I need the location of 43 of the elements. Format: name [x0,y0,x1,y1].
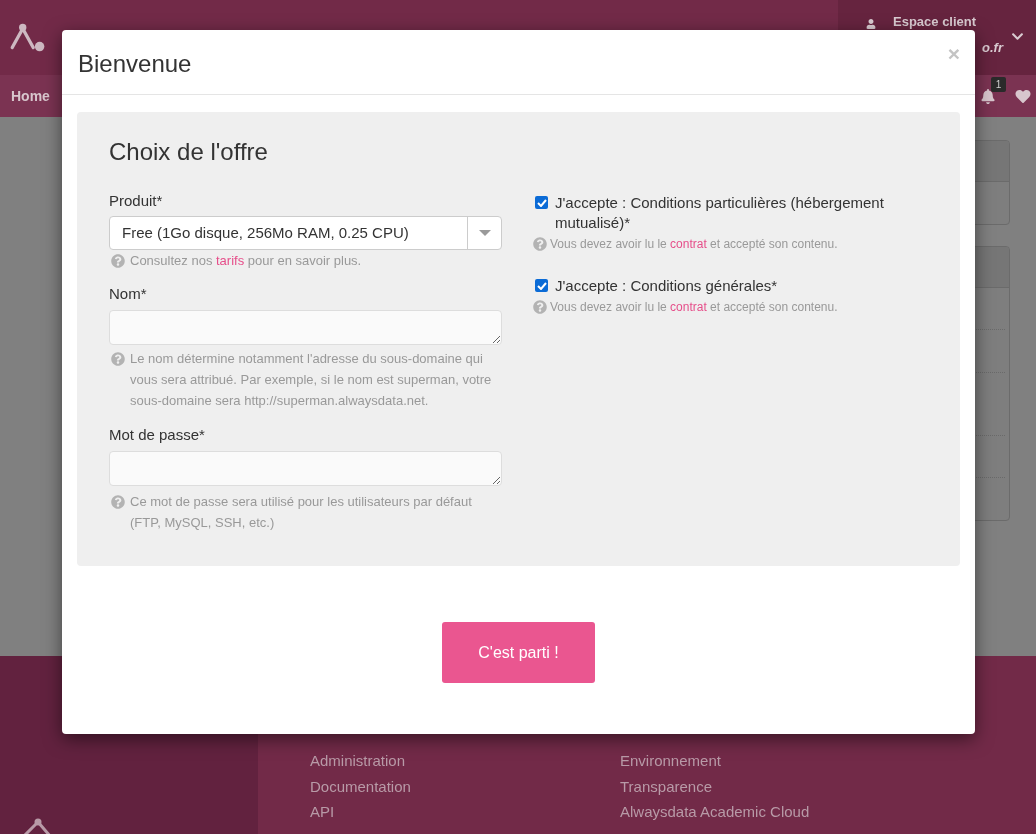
section-title: Choix de l'offre [109,137,269,167]
footer-link[interactable]: Documentation [310,773,411,799]
checkbox-label: J'accepte : Conditions générales* [555,276,778,296]
field-label: Nom* [109,284,148,304]
account-email: o.fr [982,40,1003,55]
home-link[interactable]: Home [11,85,50,107]
chevron-icon[interactable] [1011,30,1024,43]
help-link[interactable]: contrat [670,237,707,251]
footer-link[interactable]: Transparence [620,773,712,799]
help-text: Le nom détermine notamment l'adresse du sous-domaine qui vous sera attribué. Par exemple, si le nom est superman, votre sous-domaine sera http://superman.alwaysdata.net. [130,350,493,410]
check-icon [536,198,547,207]
check-icon [536,281,547,290]
help-icon [533,237,547,251]
help-icon [533,300,547,314]
help-text: Vous devez avoir lu le contrat et accepté son contenu. [550,299,838,316]
checkbox[interactable] [535,279,548,292]
checkbox[interactable] [535,196,548,209]
help-text: Consultez nos tarifs pour en savoir plus. [130,252,362,270]
submit-button[interactable]: C'est parti ! [442,622,595,683]
text-field[interactable] [109,310,502,345]
user-icon [866,19,876,29]
help-icon [111,495,125,509]
caret-icon [478,230,491,236]
footer-link[interactable]: Alwaysdata Academic Cloud [620,799,810,825]
heart-icon[interactable] [1015,88,1031,104]
bell-icon[interactable] [981,88,995,104]
notification-badge: 1 [991,76,1006,92]
help-icon [111,352,125,366]
account-link[interactable]: Espace client [893,14,977,29]
footer-link[interactable]: Environnement [620,748,721,774]
help-icon [111,254,125,268]
product-select[interactable]: Free (1Go disque, 256Mo RAM, 0.25 CPU) [109,216,502,250]
help-text: Vous devez avoir lu le contrat et accepté son contenu. [550,236,838,253]
field-label: Mot de passe* [109,425,206,445]
text-field[interactable] [109,451,502,486]
help-text: Ce mot de passe sera utilisé pour les utilisateurs par défaut (FTP, MySQL, SSH, etc.) [130,493,473,532]
help-link[interactable]: contrat [670,300,707,314]
checkbox-label: J'accepte : Conditions particulières (hébergement mutualisé)* [555,193,885,233]
footer-link[interactable]: Administration [310,748,406,774]
field-label: Produit* [109,191,164,211]
footer-link[interactable]: API [310,799,335,825]
help-link[interactable]: tarifs [216,253,245,268]
dialog-title: Bienvenue [78,49,192,79]
